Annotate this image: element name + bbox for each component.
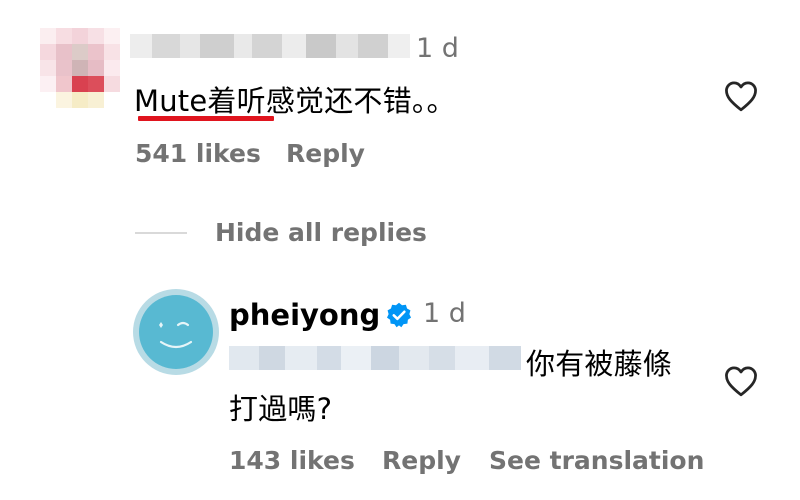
blurred-username[interactable] xyxy=(130,34,410,58)
reply-timestamp: 1 d xyxy=(423,298,466,329)
heart-outline-icon[interactable] xyxy=(723,80,759,112)
reply-button[interactable]: Reply xyxy=(286,139,365,168)
blurred-avatar[interactable] xyxy=(40,28,120,108)
blurred-mention[interactable] xyxy=(229,346,521,370)
comment-text: Mute着听感觉还不错。。 xyxy=(134,78,456,120)
reply-text-line1: 你有被藤條 xyxy=(526,347,673,381)
user-avatar[interactable] xyxy=(133,289,219,375)
comment-text-latin: Mute xyxy=(134,84,208,118)
hide-replies-button[interactable]: Hide all replies xyxy=(215,218,427,247)
smiley-face-icon xyxy=(159,321,193,349)
heart-outline-icon[interactable] xyxy=(723,365,759,397)
comment-timestamp: 1 d xyxy=(416,33,459,64)
reply-button[interactable]: Reply xyxy=(382,446,461,475)
replies-divider xyxy=(135,232,187,234)
verified-badge-icon xyxy=(386,302,412,328)
avatar-face xyxy=(139,295,213,369)
red-underline-annotation xyxy=(138,116,274,121)
reply-text-line2: 打過嗎? xyxy=(229,392,333,426)
reply-username[interactable]: pheiyong xyxy=(229,298,380,332)
reply-likes-count[interactable]: 143 likes xyxy=(229,446,355,475)
comment-text-cjk: 着听感觉还不错。。 xyxy=(207,84,456,118)
see-translation-button[interactable]: See translation xyxy=(489,446,704,475)
likes-count[interactable]: 541 likes xyxy=(135,139,261,168)
